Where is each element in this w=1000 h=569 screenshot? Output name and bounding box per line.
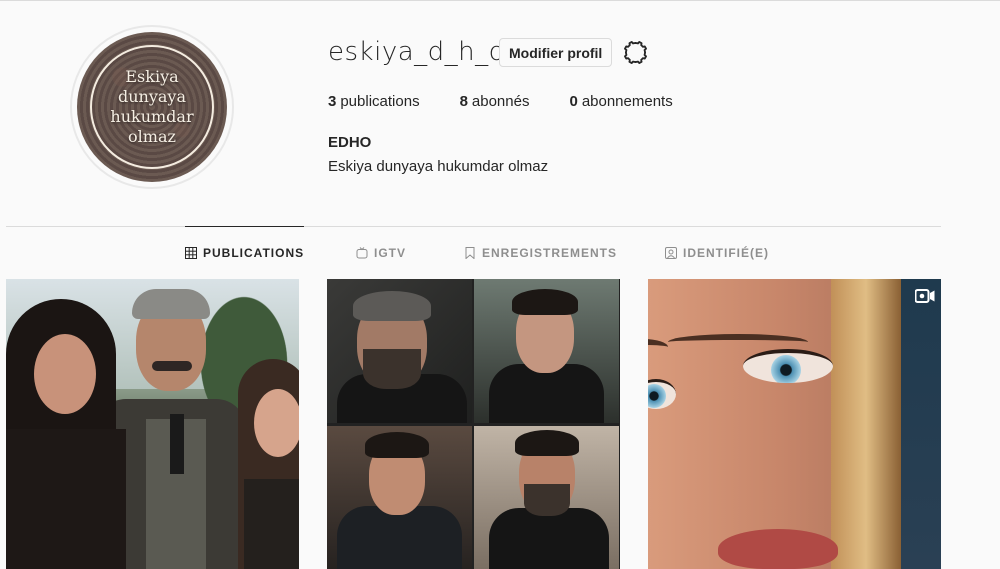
collage-hair xyxy=(512,289,578,315)
profile-username: eskiya_d_h_o xyxy=(328,37,506,67)
following-stat[interactable]: 0 abonnements xyxy=(569,93,672,110)
post-thumbnail-3[interactable] xyxy=(648,279,941,569)
photo-eyebrow-left xyxy=(648,339,668,355)
posts-stat: 3 publications xyxy=(328,93,420,110)
igtv-icon xyxy=(356,246,368,258)
collage-hair xyxy=(353,291,431,321)
tab-igtv[interactable]: IGTV xyxy=(356,226,406,279)
profile-full-name: EDHO xyxy=(328,134,372,151)
collage-hair xyxy=(365,432,429,458)
photo-eyebrow xyxy=(668,334,808,350)
tab-publications[interactable]: PUBLICATIONS xyxy=(185,226,305,279)
followers-count: 8 xyxy=(459,93,468,110)
tagged-icon xyxy=(665,246,677,259)
collage-panel-4 xyxy=(474,426,619,569)
avatar-image: Eskiya dunyaya hukumdar olmaz xyxy=(77,32,227,182)
photo-man-hair xyxy=(132,289,210,319)
photo-woman2-face xyxy=(254,389,299,457)
posts-label: publications xyxy=(340,93,420,110)
profile-bio: Eskiya dunyaya hukumdar olmaz xyxy=(328,158,549,175)
collage-panel-2 xyxy=(474,279,619,423)
tab-label: PUBLICATIONS xyxy=(203,246,305,260)
photo-man-tie xyxy=(170,414,184,474)
collage-panel-3 xyxy=(327,426,472,569)
photo-eye-left xyxy=(648,379,676,409)
bookmark-icon xyxy=(465,246,475,259)
tab-label: IGTV xyxy=(374,245,407,260)
photo-eye xyxy=(743,349,833,383)
photo-woman1-face xyxy=(34,334,96,414)
avatar-text: Eskiya dunyaya hukumdar olmaz xyxy=(110,67,194,146)
tab-tagged[interactable]: IDENTIFIÉ(E) xyxy=(665,226,769,279)
collage-body xyxy=(337,506,462,569)
photo-iris xyxy=(771,355,801,383)
posts-count: 3 xyxy=(328,93,337,110)
followers-stat[interactable]: 8 abonnés xyxy=(460,93,530,110)
photo-man-mustache xyxy=(152,361,192,371)
post-thumbnail-2[interactable] xyxy=(327,279,620,569)
collage-panel-1 xyxy=(327,279,472,423)
followers-label: abonnés xyxy=(471,93,530,110)
following-count: 0 xyxy=(569,93,578,110)
profile-avatar[interactable]: Eskiya dunyaya hukumdar olmaz xyxy=(70,25,234,189)
collage-beard xyxy=(524,484,570,516)
photo-iris-left xyxy=(648,384,666,408)
edit-profile-button[interactable]: Modifier profil xyxy=(499,38,613,67)
photo-woman1-scarf xyxy=(6,429,126,569)
photo-hair xyxy=(831,279,901,569)
collage-beard xyxy=(363,349,421,389)
photo-lips xyxy=(718,529,838,569)
profile-stats: 3 publications 8 abonnés 0 abonnements xyxy=(328,93,713,110)
grid-icon xyxy=(185,247,197,259)
tab-label: IDENTIFIÉ(E) xyxy=(683,245,769,260)
avatar-inner-circle: Eskiya dunyaya hukumdar olmaz xyxy=(90,45,214,169)
igtv-video-icon xyxy=(915,289,935,303)
tab-saved[interactable]: ENREGISTREMENTS xyxy=(464,226,617,279)
collage-body xyxy=(489,508,609,569)
post-thumbnail-1[interactable] xyxy=(6,279,299,569)
tab-label: ENREGISTREMENTS xyxy=(482,245,618,260)
following-label: abonnements xyxy=(581,93,673,110)
photo-woman2-coat xyxy=(244,479,299,569)
settings-gear-icon[interactable] xyxy=(623,40,648,65)
collage-hair xyxy=(515,430,579,456)
